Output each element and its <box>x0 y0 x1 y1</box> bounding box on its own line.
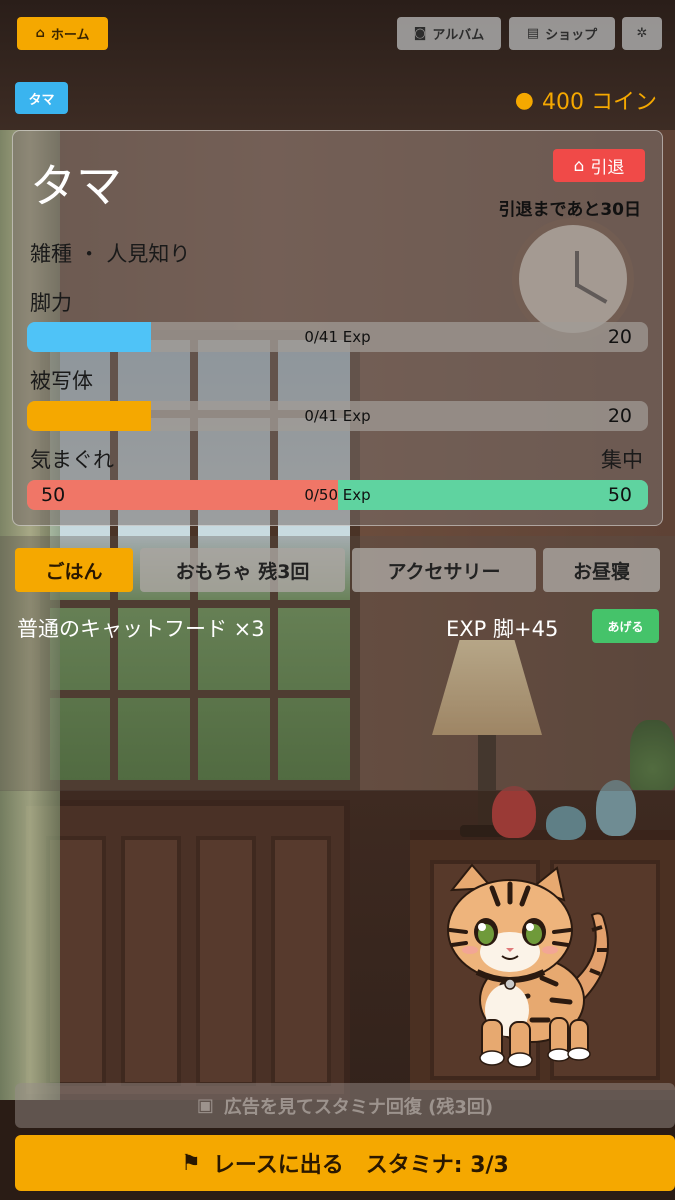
tab-food[interactable]: ごはん <box>15 548 133 592</box>
watch-ad-button[interactable]: ▣ 広告を見てスタミナ回復 (残3回) <box>15 1083 675 1128</box>
sliding-door <box>20 800 350 1100</box>
pet-traits: 雑種 ・ 人見知り <box>30 242 191 266</box>
mood-right-label: 集中 <box>601 448 643 472</box>
stat-value-leg: 20 <box>607 326 632 348</box>
vase <box>546 806 586 840</box>
pet-name-tag: タマ <box>15 82 68 114</box>
stat-label-photogenic: 被写体 <box>30 369 93 393</box>
house-icon: ⌂ <box>35 26 45 41</box>
pet-name: タマ <box>30 159 122 213</box>
gear-icon: ✲ <box>636 26 648 41</box>
food-item-name: 普通のキャットフード ×3 <box>17 617 265 641</box>
tv-icon: ▣ <box>196 1095 214 1116</box>
stat-bar-photogenic: 0/41 Exp 20 <box>27 401 648 431</box>
watch-ad-label: 広告を見てスタミナ回復 (残3回) <box>223 1096 494 1118</box>
mood-right-value: 50 <box>607 484 632 506</box>
tab-accessories[interactable]: アクセサリー <box>352 548 536 592</box>
race-button[interactable]: ⚑ レースに出る スタミナ: 3/3 <box>15 1135 675 1191</box>
food-item-effect: EXP 脚+45 <box>446 617 559 641</box>
race-label: レースに出る スタミナ: 3/3 <box>212 1153 509 1178</box>
home-button[interactable]: ⌂ ホーム <box>17 17 108 50</box>
settings-button[interactable]: ✲ <box>622 17 662 50</box>
stat-value-photogenic: 20 <box>607 405 632 427</box>
stat-exp-photogenic: 0/41 Exp <box>304 407 371 425</box>
album-button[interactable]: ◙ アルバム <box>397 17 501 50</box>
camera-icon: ◙ <box>413 26 427 41</box>
checkered-flag-icon: ⚑ <box>181 1150 201 1176</box>
stat-bar-leg: 0/41 Exp 20 <box>27 322 648 352</box>
mood-left-label: 気まぐれ <box>30 448 114 472</box>
shop-button[interactable]: ▤ ショップ <box>509 17 615 50</box>
vase <box>492 786 536 838</box>
stat-label-leg: 脚力 <box>30 291 72 315</box>
stat-exp-leg: 0/41 Exp <box>304 328 371 346</box>
album-label: アルバム <box>432 28 485 43</box>
give-food-button[interactable]: あげる <box>592 609 659 643</box>
coin-balance: ● 400 コイン <box>515 84 657 116</box>
home-label: ホーム <box>50 28 90 43</box>
pet-cat-image[interactable] <box>432 860 612 1070</box>
money-bag-icon: ● <box>514 87 534 113</box>
shop-label: ショップ <box>545 28 598 43</box>
cart-icon: ▤ <box>526 26 540 41</box>
retire-button[interactable]: ⌂ 引退 <box>553 149 645 182</box>
tab-toys[interactable]: おもちゃ 残3回 <box>140 548 345 592</box>
mood-exp: 0/50 Exp <box>304 486 371 504</box>
mood-bar: 50 0/50 Exp 50 <box>27 480 648 510</box>
house-icon: ⌂ <box>573 155 585 176</box>
retire-label: 引退 <box>590 158 625 178</box>
coin-amount: 400 コイン <box>542 90 657 115</box>
retire-countdown: 引退まであと30日 <box>498 200 642 220</box>
tab-nap[interactable]: お昼寝 <box>543 548 660 592</box>
